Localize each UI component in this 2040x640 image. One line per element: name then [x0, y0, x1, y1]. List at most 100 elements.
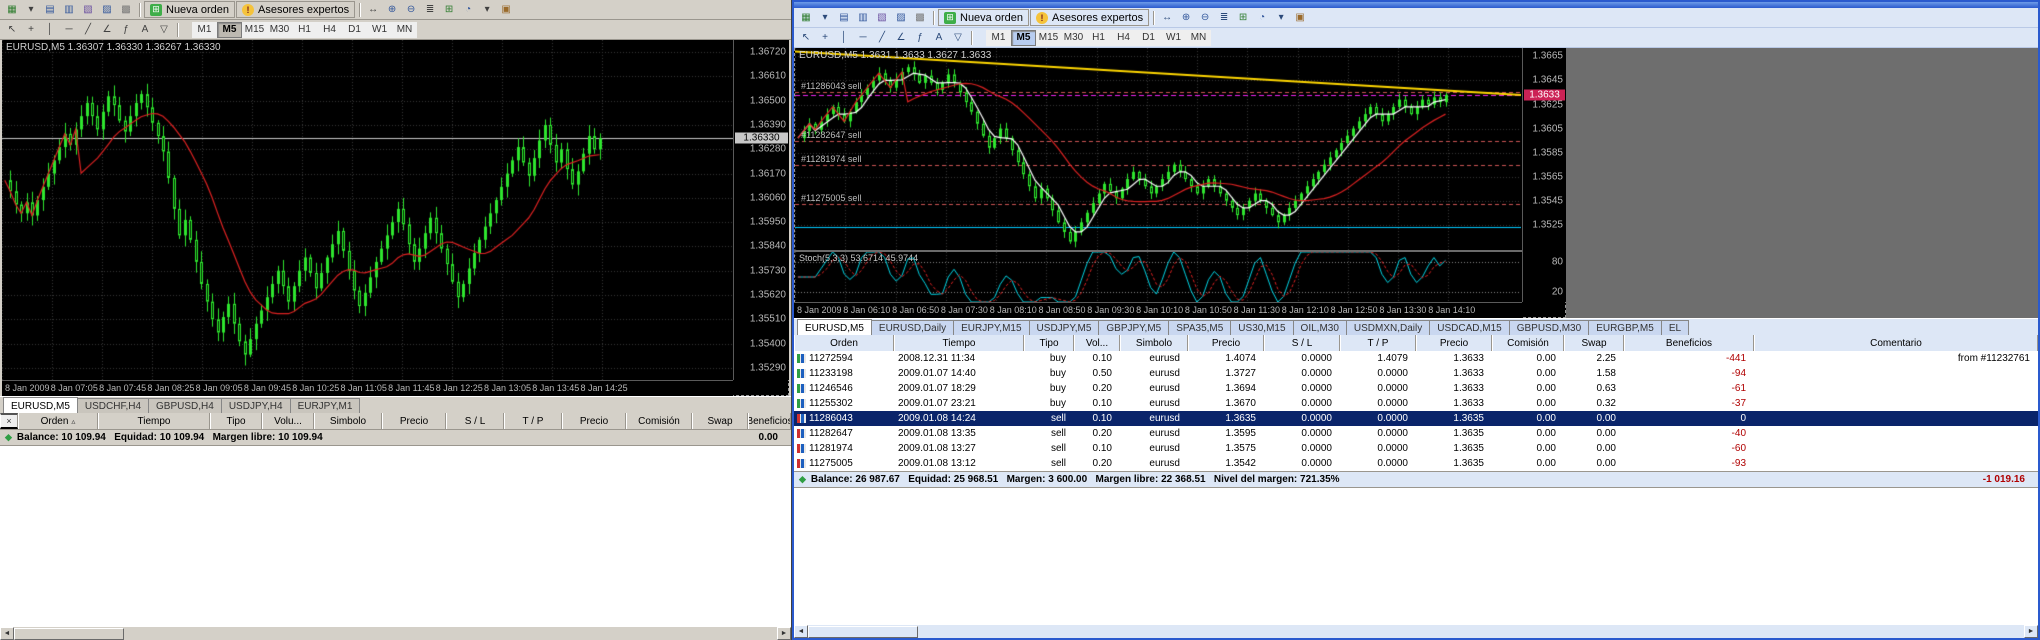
tab-gbpjpy-m5[interactable]: GBPJPY,M5 — [1098, 320, 1169, 335]
cursor-icon[interactable]: ↖ — [3, 22, 21, 38]
tab-spa35-m5[interactable]: SPA35,M5 — [1168, 320, 1231, 335]
scroll-left-icon[interactable]: ◄ — [794, 625, 808, 638]
column-header-comisi-n[interactable]: Comisión — [626, 413, 692, 429]
timeframe-w1[interactable]: W1 — [1161, 30, 1186, 46]
text-label-icon[interactable]: A — [136, 22, 154, 38]
terminal-icon[interactable]: ▨ — [892, 10, 910, 26]
crosshair-icon[interactable]: + — [22, 22, 40, 38]
crosshair-icon[interactable]: + — [816, 30, 834, 46]
timeframe-mn[interactable]: MN — [392, 22, 417, 38]
tab-eurusd-m5[interactable]: EURUSD,M5 — [797, 319, 872, 335]
timeframe-h1[interactable]: H1 — [1086, 30, 1111, 46]
periods-dropdown-icon[interactable]: ▾ — [1272, 10, 1290, 26]
timeframe-m30[interactable]: M30 — [1061, 30, 1086, 46]
new-order-button[interactable]: ⊞ Nueva orden — [938, 9, 1029, 26]
timeframe-mn[interactable]: MN — [1186, 30, 1211, 46]
templates-icon[interactable]: ▣ — [1291, 10, 1309, 26]
column-header-tipo[interactable]: Tipo — [210, 413, 262, 429]
tab-gbpusd-h4[interactable]: GBPUSD,H4 — [148, 398, 222, 413]
column-header-precio[interactable]: Precio — [1416, 335, 1492, 351]
chart-canvas[interactable] — [2, 40, 733, 380]
market-watch-icon[interactable]: ▥ — [60, 2, 78, 18]
column-header-precio[interactable]: Precio — [1188, 335, 1264, 351]
column-header-orden[interactable]: Orden▵ — [18, 413, 98, 429]
strategy-tester-icon[interactable]: ▩ — [911, 10, 929, 26]
column-header-simbolo[interactable]: Simbolo — [314, 413, 382, 429]
trade-row-11246546[interactable]: 112465462009.01.07 18:29buy0.20eurusd1.3… — [794, 381, 2038, 396]
navigator-icon[interactable]: ▧ — [79, 2, 97, 18]
strategy-tester-icon[interactable]: ▩ — [117, 2, 135, 18]
text-label-icon[interactable]: A — [930, 30, 948, 46]
arrow-tools-icon[interactable]: ▽ — [949, 30, 967, 46]
profiles-icon[interactable]: ▤ — [835, 10, 853, 26]
chart-shift-icon[interactable]: ↔ — [1158, 10, 1176, 26]
new-chart-icon[interactable]: ▦ — [3, 2, 21, 18]
trendline-icon[interactable]: ╱ — [873, 30, 891, 46]
trade-row-11275005[interactable]: 112750052009.01.08 13:12sell0.20eurusd1.… — [794, 456, 2038, 471]
column-header-precio[interactable]: Precio — [382, 413, 446, 429]
channel-icon[interactable]: ∠ — [98, 22, 116, 38]
expert-advisors-button[interactable]: ! Asesores expertos — [236, 1, 355, 18]
tab-eurjpy-m15[interactable]: EURJPY,M15 — [953, 320, 1029, 335]
trade-row-11233198[interactable]: 112331982009.01.07 14:40buy0.50eurusd1.3… — [794, 366, 2038, 381]
column-header-tiempo[interactable]: Tiempo — [894, 335, 1024, 351]
chart-shift-icon[interactable]: ↔ — [364, 2, 382, 18]
tab-eurjpy-m1[interactable]: EURJPY,M1 — [290, 398, 361, 413]
periods-dropdown-icon[interactable]: ▾ — [478, 2, 496, 18]
tab-eurgbp-m5[interactable]: EURGBP,M5 — [1588, 320, 1662, 335]
tile-windows-icon[interactable]: ≣ — [1215, 10, 1233, 26]
tab-usdjpy-h4[interactable]: USDJPY,H4 — [221, 398, 291, 413]
horizontal-scrollbar-right[interactable]: ◄ ► — [794, 624, 2038, 638]
vertical-line-icon[interactable]: │ — [41, 22, 59, 38]
new-chart-icon[interactable]: ▦ — [797, 10, 815, 26]
timeframe-h4[interactable]: H4 — [1111, 30, 1136, 46]
templates-icon[interactable]: ▣ — [497, 2, 515, 18]
terminal-icon[interactable]: ▨ — [98, 2, 116, 18]
tab-usdcad-m15[interactable]: USDCAD,M15 — [1429, 320, 1509, 335]
arrow-tools-icon[interactable]: ▽ — [155, 22, 173, 38]
indicators-icon[interactable]: ⊞ — [440, 2, 458, 18]
market-watch-icon[interactable]: ▥ — [854, 10, 872, 26]
tab-oil-m30[interactable]: OIL,M30 — [1293, 320, 1347, 335]
scroll-right-icon[interactable]: ► — [777, 627, 791, 640]
timeframe-d1[interactable]: D1 — [342, 22, 367, 38]
column-header-t-p[interactable]: T / P — [1340, 335, 1416, 351]
chart-list-icon[interactable]: ▾ — [22, 2, 40, 18]
zoom-out-icon[interactable]: ⊖ — [402, 2, 420, 18]
tile-windows-icon[interactable]: ≣ — [421, 2, 439, 18]
trendline-icon[interactable]: ╱ — [79, 22, 97, 38]
column-header-orden[interactable]: Orden — [794, 335, 894, 351]
horizontal-line-icon[interactable]: ─ — [854, 30, 872, 46]
column-header-beneficios[interactable]: Beneficios — [748, 413, 791, 429]
cursor-icon[interactable]: ↖ — [797, 30, 815, 46]
fibonacci-icon[interactable]: ƒ — [911, 30, 929, 46]
expert-advisors-button[interactable]: ! Asesores expertos — [1030, 9, 1149, 26]
profiles-icon[interactable]: ▤ — [41, 2, 59, 18]
timeframe-m30[interactable]: M30 — [267, 22, 292, 38]
timeframe-m5[interactable]: M5 — [1011, 30, 1036, 46]
tab-gbpusd-m30[interactable]: GBPUSD,M30 — [1509, 320, 1589, 335]
column-header-comisi-n[interactable]: Comisión — [1492, 335, 1564, 351]
time-axis[interactable]: 8 Jan 20098 Jan 06:108 Jan 06:508 Jan 07… — [794, 302, 1522, 318]
timeframe-w1[interactable]: W1 — [367, 22, 392, 38]
periods-icon[interactable]: ◔ — [1253, 10, 1271, 26]
tab-usdjpy-m5[interactable]: USDJPY,M5 — [1029, 320, 1100, 335]
scroll-right-icon[interactable]: ► — [2024, 625, 2038, 638]
price-scale[interactable]: 1.367201.366101.365001.363901.362801.361… — [733, 40, 789, 380]
tab-el[interactable]: EL — [1661, 320, 1689, 335]
column-header-precio[interactable]: Precio — [562, 413, 626, 429]
zoom-out-icon[interactable]: ⊖ — [1196, 10, 1214, 26]
scrollbar-thumb[interactable] — [808, 626, 918, 638]
time-axis[interactable]: 8 Jan 20098 Jan 07:058 Jan 07:458 Jan 08… — [2, 380, 733, 396]
column-header-swap[interactable]: Swap — [692, 413, 748, 429]
trade-row-11255302[interactable]: 112553022009.01.07 23:21buy0.10eurusd1.3… — [794, 396, 2038, 411]
horizontal-line-icon[interactable]: ─ — [60, 22, 78, 38]
tab-usdchf-h4[interactable]: USDCHF,H4 — [77, 398, 149, 413]
price-scale[interactable]: 1.36651.36451.36251.36051.35851.35651.35… — [1522, 48, 1566, 302]
timeframe-m15[interactable]: M15 — [242, 22, 267, 38]
timeframe-m1[interactable]: M1 — [986, 30, 1011, 46]
timeframe-m15[interactable]: M15 — [1036, 30, 1061, 46]
column-header-comentario[interactable]: Comentario — [1754, 335, 2038, 351]
column-header-vol-[interactable]: Vol... — [1074, 335, 1120, 351]
new-order-button[interactable]: ⊞ Nueva orden — [144, 1, 235, 18]
